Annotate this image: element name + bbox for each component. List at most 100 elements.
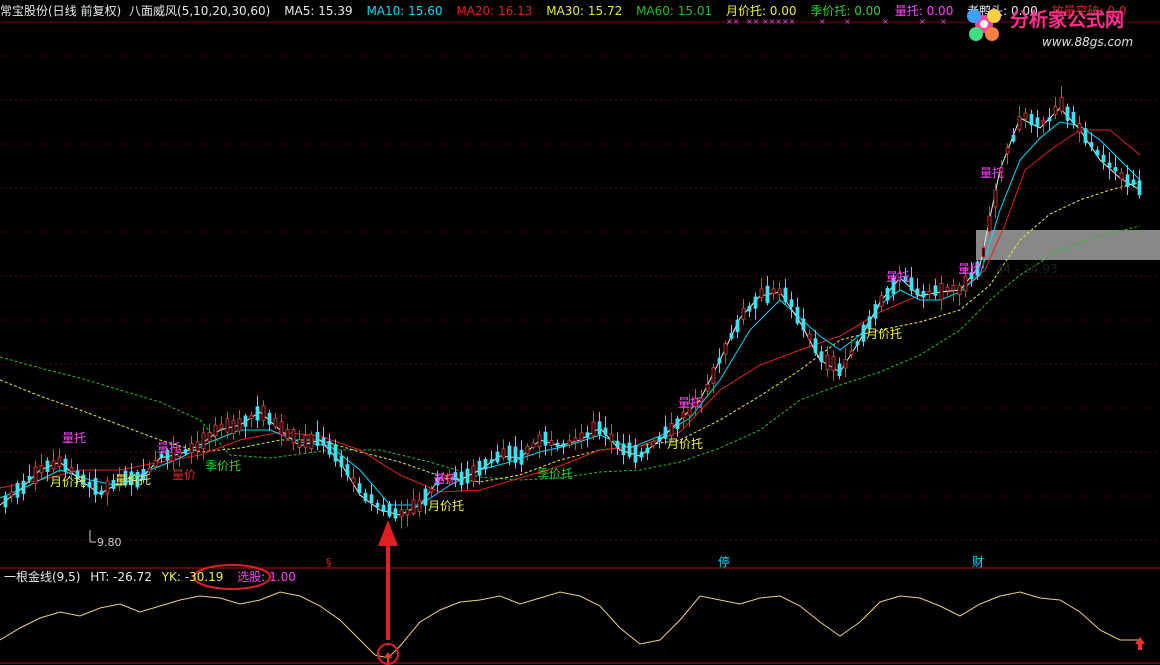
candle-body <box>9 491 14 497</box>
candle-body <box>303 434 308 448</box>
candle-body <box>1101 154 1106 163</box>
candle-body <box>981 246 986 258</box>
candle-body <box>717 357 722 364</box>
logo: 分析家公式网 www.88gs.com <box>960 0 1160 56</box>
candle-body <box>51 460 56 470</box>
candle-body <box>885 287 890 301</box>
candle-body <box>261 405 266 421</box>
logo-graphic: 分析家公式网 www.88gs.com <box>967 8 1133 49</box>
candle-body <box>615 440 620 448</box>
candle-body <box>417 499 422 512</box>
candle-body <box>921 291 926 298</box>
svg-text:××: ×× <box>782 17 795 26</box>
annotation-volume-support: 量托 <box>678 396 702 410</box>
candle-body <box>3 495 8 508</box>
annotation-monthly-support: 月价托 <box>866 327 902 341</box>
svg-text:×: × <box>882 17 889 26</box>
low-price-label: 9.80 <box>97 536 122 549</box>
candle-body <box>657 436 662 442</box>
candle-body <box>861 324 866 342</box>
candle-body <box>1137 180 1142 196</box>
candle-body <box>423 488 428 506</box>
candle-body <box>771 288 776 294</box>
candle-body <box>225 418 230 433</box>
candle-body <box>231 419 236 434</box>
indicator-panel-name[interactable]: 一根金线(9,5) <box>4 570 80 584</box>
candle-body <box>1011 134 1016 142</box>
logo-url: www.88gs.com <box>1042 35 1133 49</box>
annotation-season-support: 季价托 <box>537 467 573 481</box>
candle-body <box>591 421 596 437</box>
flower-icon <box>967 9 1001 41</box>
candle-body <box>597 421 602 435</box>
candle-body <box>273 417 278 428</box>
candle-body <box>183 449 188 454</box>
candle-body <box>1041 120 1046 125</box>
candle-body <box>255 406 260 421</box>
candle-body <box>963 275 968 292</box>
candle-body <box>561 443 566 448</box>
event-marker[interactable]: § <box>326 556 332 569</box>
candle-body <box>1017 116 1022 130</box>
candle-body <box>633 444 638 463</box>
event-marker-halt[interactable]: 停 <box>718 554 730 569</box>
candle-body <box>1023 112 1028 120</box>
candle-body <box>15 483 20 498</box>
candle-body <box>795 306 800 324</box>
candle-body <box>99 490 104 495</box>
candle-body <box>519 449 524 465</box>
candle-body <box>495 451 500 463</box>
candle-body <box>327 440 332 455</box>
candle-body <box>1131 179 1136 185</box>
highlight-arrow <box>378 520 398 640</box>
candle-body <box>369 494 374 503</box>
candle-body <box>471 465 476 482</box>
candle-body <box>27 475 32 481</box>
candle-body <box>513 446 518 463</box>
candle-body <box>819 351 824 363</box>
annotation-season-support: 季价托 <box>205 459 241 473</box>
svg-text:×: × <box>844 17 851 26</box>
svg-text:×: × <box>919 17 926 26</box>
candle-body <box>1029 113 1034 126</box>
candle-body <box>375 502 380 508</box>
low-price-marker: 9.80 <box>89 530 122 549</box>
candle-body <box>1083 128 1088 144</box>
candle-body <box>285 429 290 439</box>
candle-body <box>267 412 272 425</box>
candle-body <box>501 448 506 459</box>
candle-body <box>915 288 920 296</box>
candle-body <box>807 333 812 340</box>
candle-body <box>33 466 38 484</box>
candle-body <box>339 455 344 468</box>
candle-body <box>1095 149 1100 156</box>
yk-value: YK: -30.19 <box>161 570 224 584</box>
candle-body <box>213 424 218 437</box>
candle-body <box>939 283 944 301</box>
candle-body <box>927 290 932 295</box>
candle-body <box>87 481 92 488</box>
candle-body <box>195 441 200 452</box>
candle-body <box>789 299 794 308</box>
candle-body <box>315 431 320 446</box>
candle-body <box>825 354 830 371</box>
candle-body <box>813 338 818 353</box>
candle-body <box>549 440 554 446</box>
event-marker-finance[interactable]: 财 <box>972 555 984 569</box>
candle-body <box>21 480 26 494</box>
candle-body <box>555 442 560 447</box>
candle-body <box>783 287 788 303</box>
candle-body <box>543 431 548 446</box>
candle-body <box>399 509 404 518</box>
annotation-monthly-support: 月价托 <box>428 499 464 513</box>
svg-text:××: ×× <box>746 17 759 26</box>
indicator-header: 一根金线(9,5) HT: -26.72 YK: -30.19 选股: 1.00 <box>4 568 302 586</box>
candle-body <box>801 318 806 331</box>
candle-body <box>1107 162 1112 168</box>
svg-text:×: × <box>940 17 947 26</box>
candle-body <box>351 477 356 484</box>
price-chart[interactable]: 量托 月价托 量托 量价托 季价托 量价 量托 月价托 季价托 量托 月价托 量… <box>0 0 1160 665</box>
candle-body <box>477 460 482 476</box>
candle-body <box>759 288 764 299</box>
candle-body <box>105 480 110 495</box>
